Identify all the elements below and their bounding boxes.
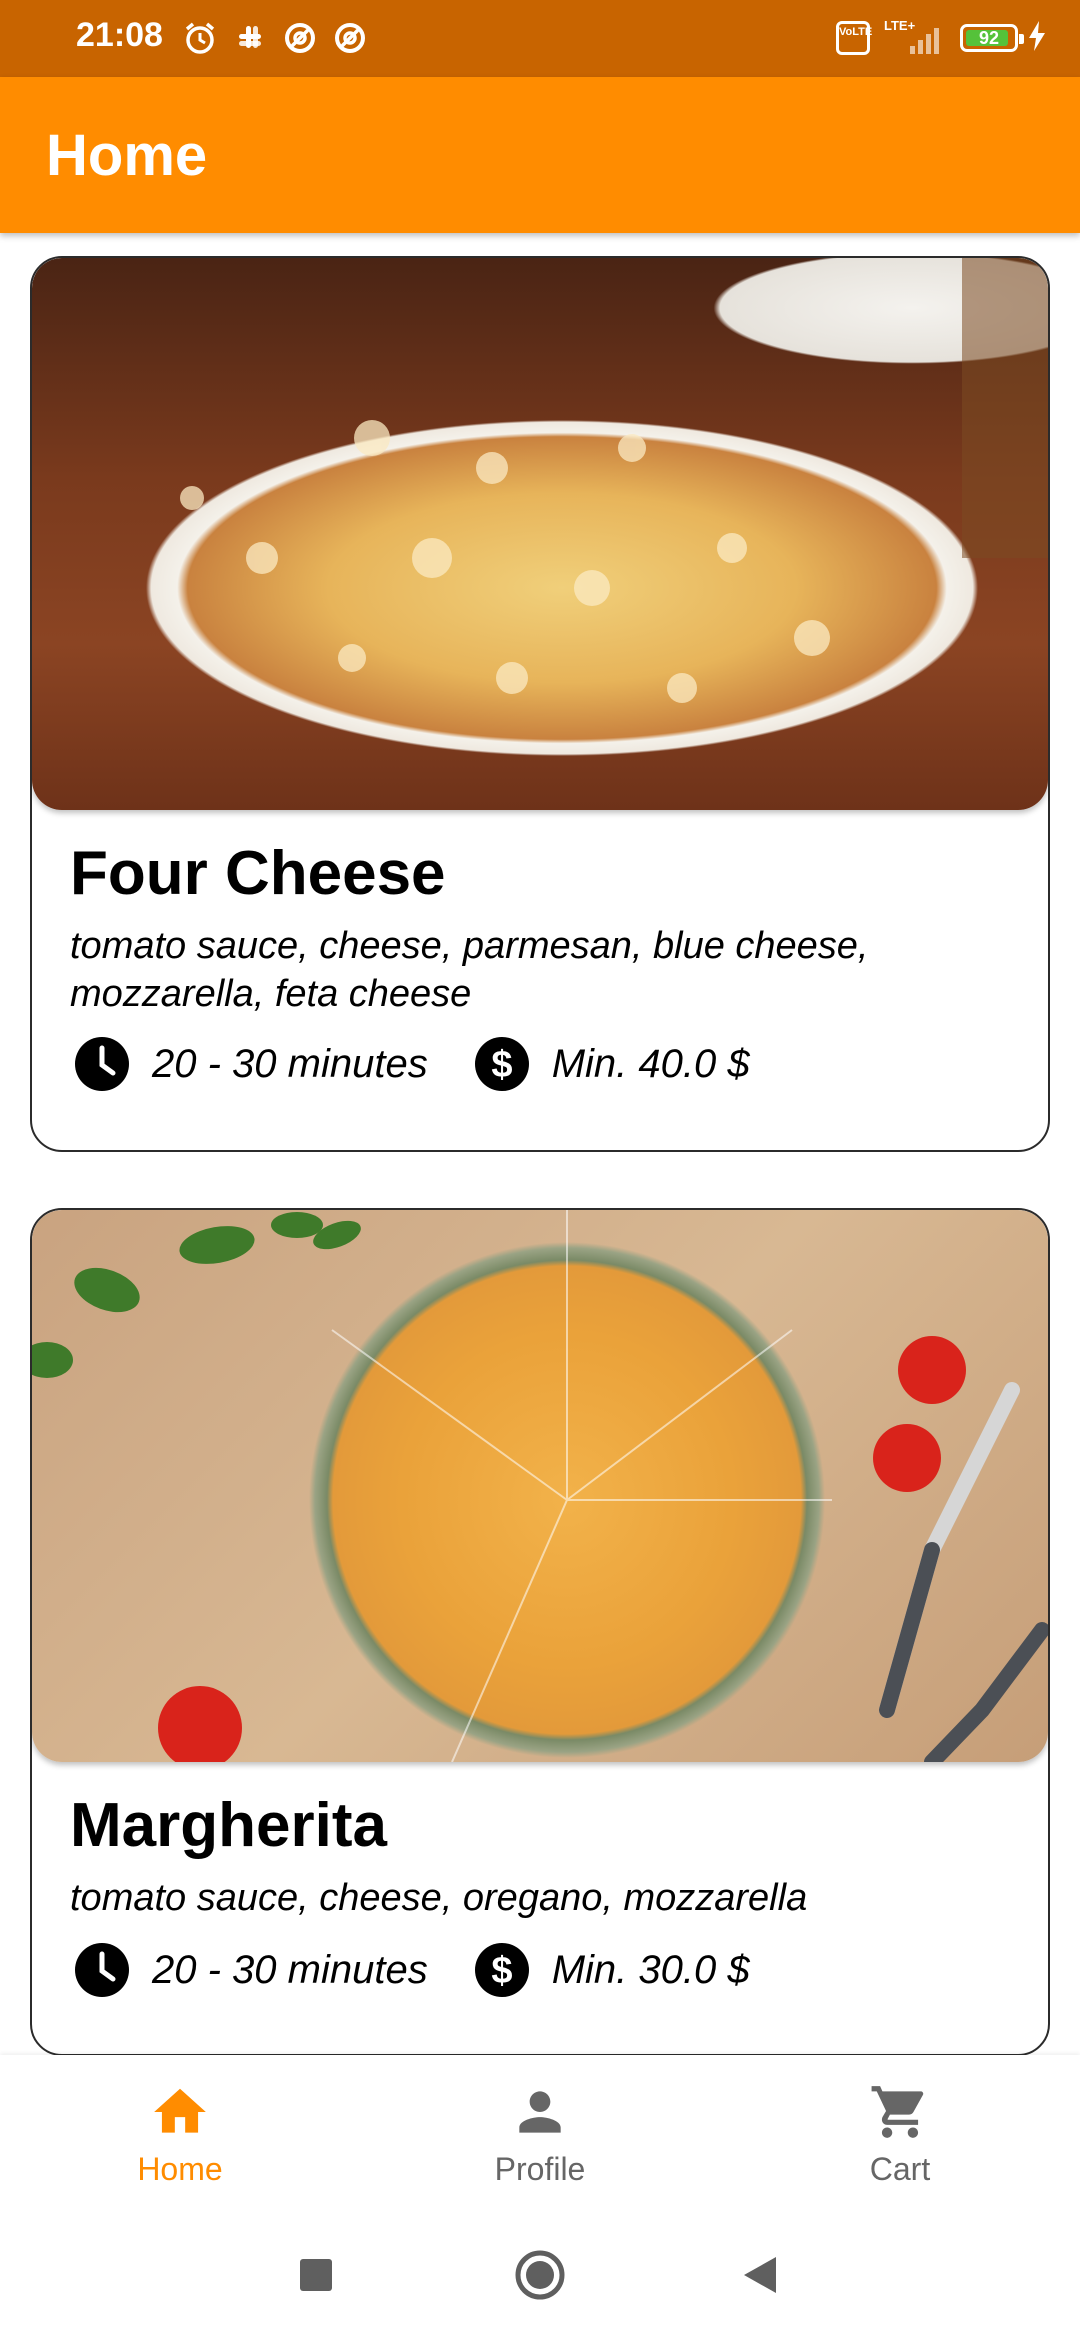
pizza-photo [32,1210,1048,1762]
home-icon [154,2088,206,2133]
clock-icon [75,1943,129,1997]
dollar-icon: $ [474,1037,529,1091]
bottom-navigation: Home Profile Cart [0,2055,1080,2215]
battery-percent: 92 [978,27,1000,48]
delivery-time: 20 - 30 minutes [152,1041,428,1086]
home-button[interactable] [514,2249,566,2301]
clock-icon [75,1037,129,1091]
volte-icon: VoLTE [836,21,872,55]
min-price: Min. 30.0 $ [551,1947,750,1992]
back-button[interactable] [742,2255,778,2295]
pizza-title: Margherita [70,1791,387,1860]
alarm-icon [182,20,218,56]
app-bar: Home [0,77,1080,233]
page-title: Home [46,123,208,188]
nav-home[interactable]: Home [70,2081,290,2188]
svg-text:$: $ [491,1044,512,1086]
nav-cart[interactable]: Cart [790,2081,1010,2188]
cart-icon [871,2086,924,2138]
nav-cart-label: Cart [869,2151,931,2187]
system-status-icons: VoLTE LTE+ 92 [836,18,1046,56]
status-time: 21:08 [76,16,163,54]
pizza-description: tomato sauce, cheese, parmesan, blue che… [70,925,869,1015]
nav-profile[interactable]: Profile [430,2081,650,2188]
nav-profile-label: Profile [494,2151,586,2187]
at-sign-icon [332,20,368,56]
pizza-photo [32,258,1048,810]
svg-text:$: $ [491,1950,512,1992]
dollar-icon: $ [474,1943,529,1997]
system-navigation-bar [0,2215,1080,2340]
pizza-title: Four Cheese [70,839,446,908]
signal-icon: LTE+ [880,18,950,56]
nav-home-label: Home [137,2151,223,2187]
notification-icons [182,20,368,56]
min-price: Min. 40.0 $ [551,1041,750,1086]
charging-icon [1028,20,1046,56]
recents-button[interactable] [300,2259,332,2291]
status-bar: 21:08 VoLTE LTE+ 92 [0,0,1080,77]
slack-icon [232,20,268,56]
pizza-card[interactable]: Four Cheese tomato sauce, cheese, parmes… [30,256,1050,1152]
pizza-meta: 20 - 30 minutes $ Min. 30.0 $ [74,1942,750,1998]
at-sign-icon [282,20,318,56]
pizza-card[interactable]: Margherita tomato sauce, cheese, oregano… [30,1208,1050,2056]
pizza-description: tomato sauce, cheese, oregano, mozzarell… [70,1877,808,1919]
person-icon [519,2091,561,2133]
pizza-meta: 20 - 30 minutes $ Min. 40.0 $ [74,1036,750,1092]
battery-icon: 92 [960,24,1024,52]
delivery-time: 20 - 30 minutes [152,1947,428,1992]
